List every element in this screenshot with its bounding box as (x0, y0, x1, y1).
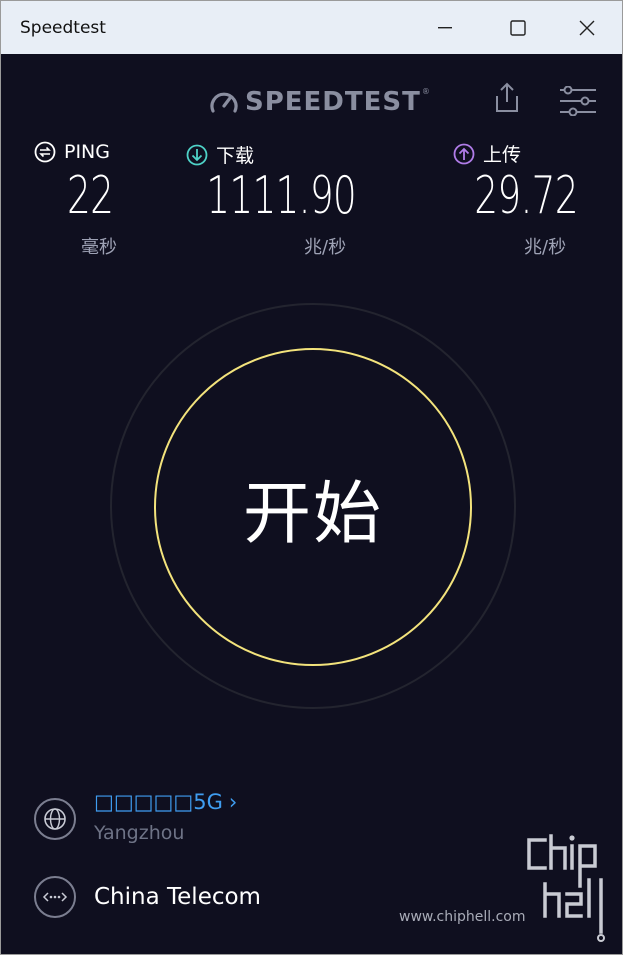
share-icon (496, 82, 518, 112)
server-link[interactable]: □□□□□5G › (94, 790, 237, 814)
download-header: 下载 (186, 141, 254, 168)
download-unit: 兆/秒 (304, 237, 347, 258)
upload-arrow-icon (453, 143, 475, 164)
download-arrow-icon (186, 144, 208, 165)
start-button-label: 开始 (242, 474, 383, 554)
chiphell-logo (525, 834, 613, 948)
network-dots-icon (42, 892, 68, 902)
maximize-button[interactable] (498, 12, 538, 44)
server-location: Yangzhou (94, 822, 185, 844)
ping-icon (34, 141, 56, 163)
title-bar: Speedtest (1, 1, 622, 54)
minimize-icon (438, 27, 452, 29)
sliders-icon (560, 85, 596, 117)
main-content: SPEEDTEST ® PING 22 毫秒 下载 1111.90 兆/秒 上传… (1, 54, 622, 954)
ping-label: PING (64, 141, 110, 163)
chiphell-logo-icon (527, 834, 605, 942)
ping-header: PING (34, 141, 110, 163)
download-value: 1111.90 (206, 166, 357, 226)
speedtest-window: Speedtest SPEEDTEST ® PING 22 毫秒 下载 1111… (0, 0, 623, 955)
start-button[interactable]: 开始 (154, 348, 472, 666)
logo-registered-mark: ® (421, 87, 430, 96)
globe-icon (44, 808, 66, 830)
close-icon (579, 20, 595, 36)
download-label: 下载 (216, 145, 255, 167)
upload-value: 29.72 (474, 166, 578, 226)
ping-value: 22 (66, 166, 114, 226)
watermark-url: www.chiphell.com (399, 909, 526, 925)
gauge-logo-icon (210, 92, 238, 113)
isp-button[interactable] (34, 876, 76, 918)
speedtest-logo: SPEEDTEST ® (209, 87, 430, 117)
upload-header: 上传 (453, 140, 521, 167)
upload-unit: 兆/秒 (524, 237, 567, 258)
settings-button[interactable] (558, 85, 598, 120)
minimize-button[interactable] (425, 12, 465, 44)
logo-text: SPEEDTEST (245, 87, 421, 117)
upload-label: 上传 (483, 144, 522, 166)
close-button[interactable] (567, 12, 607, 44)
ping-unit: 毫秒 (81, 237, 117, 258)
share-button[interactable] (493, 82, 521, 118)
server-globe-button[interactable] (34, 798, 76, 840)
isp-name: China Telecom (94, 884, 261, 910)
window-title: Speedtest (20, 18, 106, 38)
server-name: □□□□□5G (94, 790, 223, 814)
chevron-right-icon: › (228, 790, 238, 814)
maximize-icon (510, 20, 526, 36)
